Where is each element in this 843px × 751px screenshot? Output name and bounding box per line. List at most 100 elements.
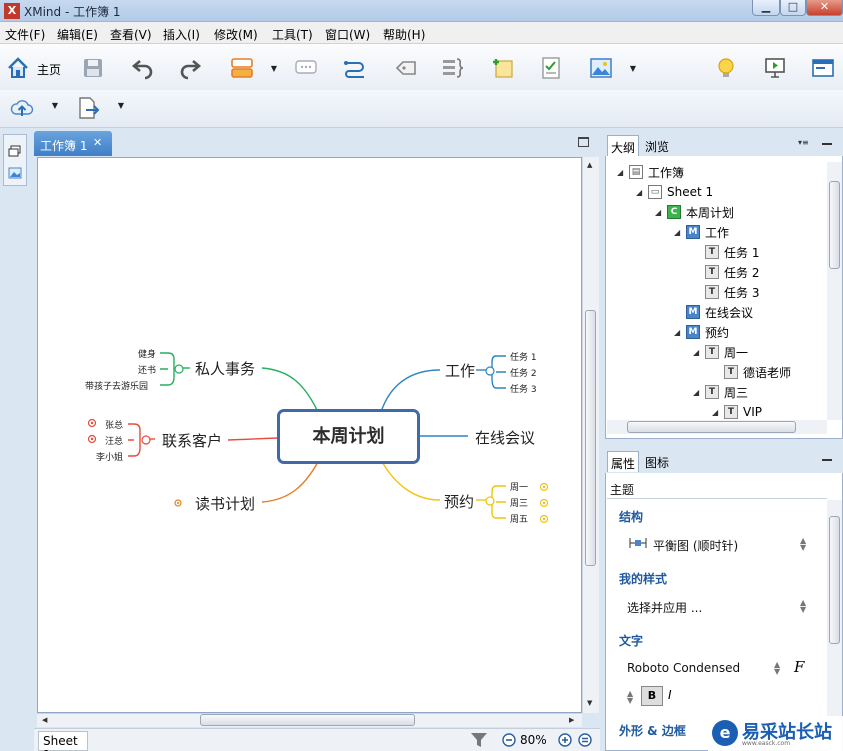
tab-browse[interactable]: 浏览	[642, 135, 672, 156]
subtopic-monday[interactable]: 周一	[510, 480, 528, 493]
presentation-icon[interactable]	[761, 54, 789, 82]
tab-properties[interactable]: 属性	[607, 451, 640, 472]
collapse-arrow-icon[interactable]: ◢	[712, 408, 724, 417]
summary-icon[interactable]	[439, 54, 467, 82]
redo-icon[interactable]	[176, 54, 204, 82]
upload-dropdown-icon[interactable]: ▼	[51, 101, 59, 111]
collapse-arrow-icon[interactable]: ◢	[617, 168, 629, 177]
insert-topic-icon[interactable]	[228, 54, 256, 82]
minimize-button[interactable]: ▁	[752, 0, 780, 16]
home-icon[interactable]	[4, 54, 32, 82]
subtopic-wednesday[interactable]: 周三	[510, 496, 528, 509]
subtopic-mr-wang[interactable]: 汪总	[105, 434, 123, 447]
callout-icon[interactable]	[292, 54, 320, 82]
scroll-down-icon[interactable]: ▼	[587, 699, 592, 707]
topic-personal[interactable]: 私人事务	[195, 358, 255, 379]
filter-icon[interactable]	[470, 731, 488, 749]
upload-icon[interactable]	[8, 94, 36, 122]
outline-row[interactable]: T 任务 1	[693, 242, 759, 262]
style-value[interactable]: 选择并应用 ...	[627, 599, 702, 616]
collapse-arrow-icon[interactable]: ◢	[693, 388, 705, 397]
image-dropdown-icon[interactable]: ▼	[629, 64, 637, 74]
undo-icon[interactable]	[129, 54, 157, 82]
outline-row[interactable]: T 任务 3	[693, 282, 759, 302]
outline-row[interactable]: T 任务 2	[693, 262, 759, 282]
zoom-out-icon[interactable]	[502, 733, 516, 747]
fit-zoom-icon[interactable]	[578, 733, 592, 747]
picture-panel-icon[interactable]	[8, 167, 22, 179]
maximize-button[interactable]: □	[780, 0, 806, 16]
subtopic-friday[interactable]: 周五	[510, 512, 528, 525]
scroll-up-icon[interactable]: ▲	[587, 161, 592, 169]
outline-row[interactable]: ◢ ▭ Sheet 1	[636, 182, 713, 202]
menu-window[interactable]: 窗口(W)	[325, 26, 370, 43]
structure-spinner-icon[interactable]: ▲ ▼	[800, 537, 806, 552]
menu-modify[interactable]: 修改(M)	[214, 26, 258, 43]
central-topic[interactable]: 本周计划	[277, 409, 420, 464]
outline-row[interactable]: ◢ T VIP	[712, 402, 762, 422]
canvas-vertical-thumb[interactable]	[585, 310, 596, 566]
note-icon[interactable]	[489, 54, 517, 82]
outline-row[interactable]: M 在线会议	[674, 302, 753, 322]
tab-outline[interactable]: 大纲	[607, 135, 640, 156]
collapse-arrow-icon[interactable]: ◢	[636, 188, 648, 197]
scroll-right-icon[interactable]: ▶	[569, 716, 574, 724]
menu-edit[interactable]: 编辑(E)	[57, 26, 98, 43]
collapse-arrow-icon[interactable]: ◢	[655, 208, 667, 217]
menu-file[interactable]: 文件(F)	[5, 26, 45, 43]
zoom-in-icon[interactable]	[558, 733, 572, 747]
boundary-icon[interactable]	[391, 54, 419, 82]
image-icon[interactable]	[587, 54, 615, 82]
insert-topic-dropdown-icon[interactable]: ▼	[270, 64, 278, 74]
panel-menu-icon[interactable]: ▾≡	[798, 138, 809, 147]
close-window-button[interactable]: ✕	[806, 0, 843, 16]
collapse-arrow-icon[interactable]: ◢	[674, 328, 686, 337]
subtopic-task-1[interactable]: 任务 1	[510, 350, 537, 363]
outline-row[interactable]: ◢ ▤ 工作簿	[617, 162, 684, 182]
structure-value[interactable]: 平衡图 (顺时针)	[653, 537, 738, 554]
properties-minimize-icon[interactable]	[822, 459, 832, 461]
tab-close-icon[interactable]: ✕	[93, 136, 102, 149]
outline-row[interactable]: ◢ T 周三	[693, 382, 748, 402]
lightbulb-icon[interactable]	[712, 54, 740, 82]
outline-row[interactable]: T 德语老师	[712, 362, 791, 382]
editor-maximize-icon[interactable]	[578, 137, 589, 147]
menu-insert[interactable]: 插入(I)	[163, 26, 200, 43]
style-spinner-icon[interactable]: ▲ ▼	[800, 599, 806, 614]
menu-tools[interactable]: 工具(T)	[272, 26, 313, 43]
save-icon[interactable]	[79, 54, 107, 82]
outline-vertical-thumb[interactable]	[829, 181, 840, 269]
outline-horizontal-thumb[interactable]	[627, 421, 796, 433]
topic-online-meeting[interactable]: 在线会议	[475, 427, 535, 448]
sheet-tab[interactable]: Sheet 1	[38, 731, 88, 751]
outline-row[interactable]: ◢ M 预约	[674, 322, 729, 342]
subtopic-amusement-park[interactable]: 带孩子去游乐园	[85, 379, 148, 392]
restore-icon[interactable]	[8, 145, 22, 157]
outline-row[interactable]: ◢ T 周一	[693, 342, 748, 362]
subtopic-ms-li[interactable]: 李小姐	[96, 450, 123, 463]
panel-minimize-icon[interactable]	[822, 143, 832, 145]
topic-reading[interactable]: 读书计划	[195, 493, 255, 514]
menu-view[interactable]: 查看(V)	[110, 26, 152, 43]
font-dialog-button[interactable]: F	[794, 658, 804, 676]
collapse-arrow-icon[interactable]: ◢	[693, 348, 705, 357]
layout-icon[interactable]	[809, 54, 837, 82]
topic-booking[interactable]: 预约	[444, 491, 474, 512]
relationship-icon[interactable]	[341, 54, 369, 82]
tab-icons[interactable]: 图标	[642, 451, 672, 472]
export-dropdown-icon[interactable]: ▼	[117, 101, 125, 111]
topic-work[interactable]: 工作	[445, 360, 475, 381]
section-structure[interactable]: 结构	[619, 508, 643, 525]
font-family-value[interactable]: Roboto Condensed	[627, 661, 740, 675]
section-my-style[interactable]: 我的样式	[619, 570, 667, 587]
font-size-spinner-icon[interactable]: ▲ ▼	[627, 690, 633, 705]
section-shape-border[interactable]: 外形 & 边框	[619, 722, 686, 739]
subtopic-mr-zhang[interactable]: 张总	[105, 418, 123, 431]
bold-button[interactable]: B	[641, 686, 663, 706]
outline-row[interactable]: ◢ C 本周计划	[655, 202, 734, 222]
canvas-horizontal-thumb[interactable]	[200, 714, 415, 726]
menu-help[interactable]: 帮助(H)	[383, 26, 425, 43]
section-text[interactable]: 文字	[619, 632, 643, 649]
home-label[interactable]: 主页	[37, 61, 61, 78]
task-icon[interactable]	[537, 54, 565, 82]
